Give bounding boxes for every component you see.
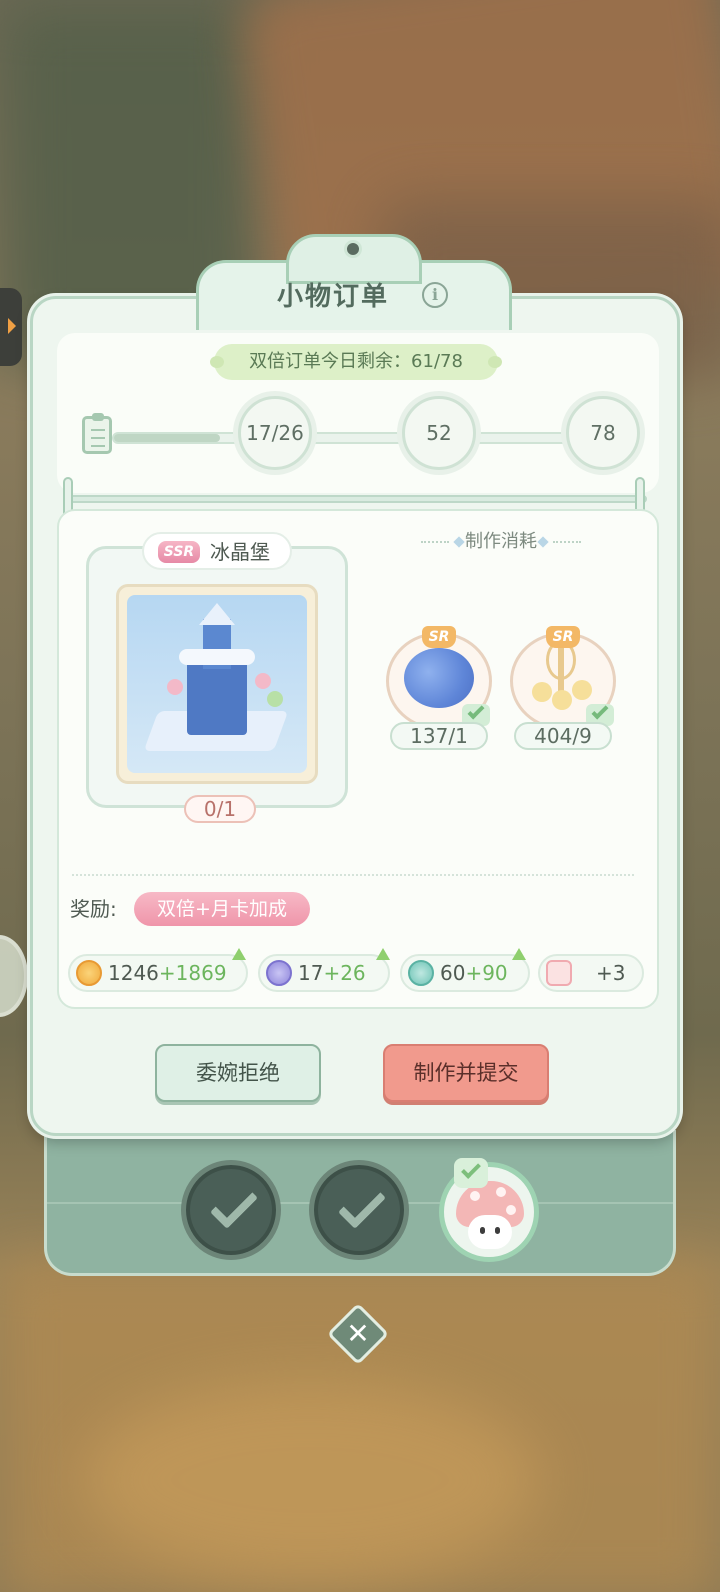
gift-icon — [546, 960, 572, 986]
double-orders-remaining: 双倍订单今日剩余：61/78 — [210, 344, 502, 380]
reward-coin: 1246+1869 — [68, 948, 248, 992]
progress-fill — [114, 434, 221, 442]
reward-label: 奖励: — [70, 897, 117, 921]
bonus-badge: 双倍+月卡加成 — [134, 892, 310, 926]
arrow-up-icon — [232, 948, 246, 960]
item-image-frame[interactable] — [116, 584, 318, 784]
customer-check-icon — [454, 1158, 488, 1188]
material-count: 404/9 — [514, 722, 612, 750]
material-slot-hydrangea[interactable]: SR 137/1 — [384, 626, 494, 752]
exp-icon — [408, 960, 434, 986]
cost-title: 制作消耗 — [404, 528, 598, 556]
panel-title-tab: 小物订单 i — [196, 232, 512, 330]
completed-order-slot[interactable] — [309, 1160, 409, 1260]
hydrangea-icon — [404, 648, 474, 708]
info-icon[interactable]: i — [422, 282, 448, 308]
milestone-reward-2[interactable]: 52 — [402, 396, 476, 470]
coin-icon — [76, 960, 102, 986]
reward-exp: 60+90 — [400, 948, 530, 992]
arrow-up-icon — [376, 948, 390, 960]
check-icon — [337, 1180, 387, 1230]
clipboard-icon — [82, 413, 112, 454]
arrow-right-icon — [8, 318, 16, 334]
reject-button[interactable]: 委婉拒绝 — [155, 1044, 321, 1102]
item-count: 0/1 — [184, 795, 256, 823]
close-icon: ✕ — [346, 1317, 370, 1350]
side-menu-tab[interactable] — [0, 288, 22, 366]
milestone-reward-1[interactable]: 17/26 — [238, 396, 312, 470]
rarity-badge: SR — [422, 626, 456, 648]
completed-order-slot[interactable] — [181, 1160, 281, 1260]
gem-icon — [266, 960, 292, 986]
rarity-badge: SR — [546, 626, 580, 648]
item-name-label: SSR 冰晶堡 — [142, 532, 292, 570]
material-count: 137/1 — [390, 722, 488, 750]
milestone-reward-3[interactable]: 78 — [566, 396, 640, 470]
check-icon — [209, 1180, 259, 1230]
rarity-badge: SSR — [158, 541, 200, 563]
reward-gem: 17+26 — [258, 948, 390, 992]
ice-castle-icon — [127, 595, 307, 773]
customer-queue-bar — [44, 1130, 676, 1276]
material-slot-daisy[interactable]: SR 404/9 — [508, 626, 618, 752]
order-progress-track: 17/26 52 78 — [82, 396, 642, 470]
reward-gift[interactable]: +3 — [538, 954, 644, 992]
arrow-up-icon — [512, 948, 526, 960]
item-name: 冰晶堡 — [210, 540, 270, 564]
submit-button[interactable]: 制作并提交 — [383, 1044, 549, 1102]
